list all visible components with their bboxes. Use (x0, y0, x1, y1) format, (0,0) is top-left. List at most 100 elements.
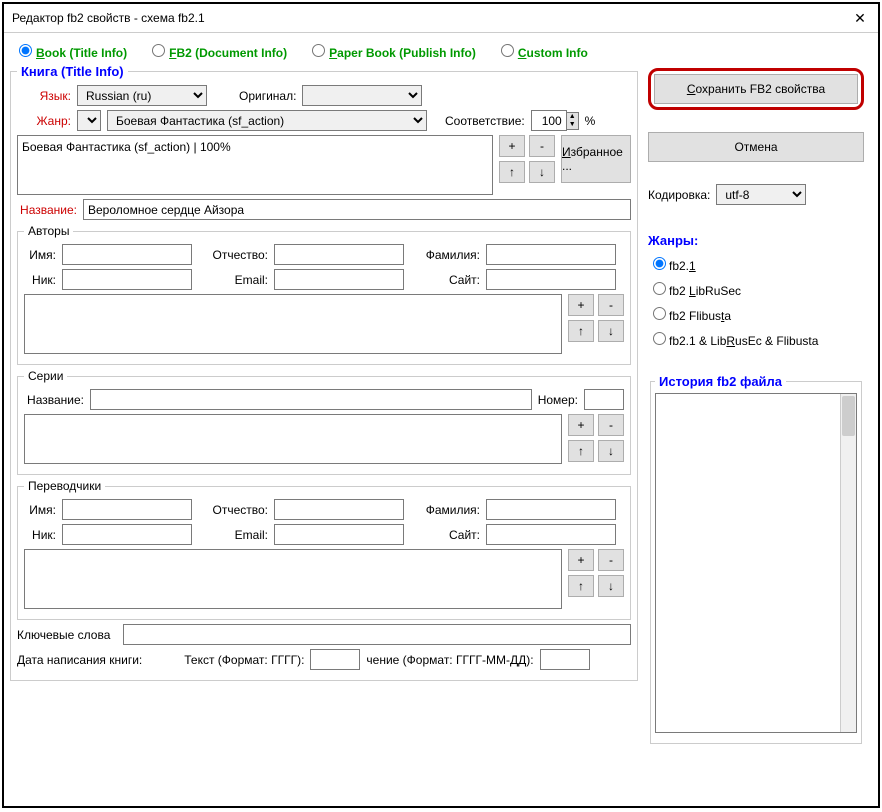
series-title-label: Название: (24, 393, 84, 407)
encoding-label: Кодировка: (648, 188, 710, 202)
genres-header: Жанры: (648, 233, 864, 248)
encoding-select[interactable]: utf-8 (716, 184, 806, 205)
orig-select[interactable] (302, 85, 422, 106)
close-icon[interactable]: ✕ (850, 8, 870, 28)
titlebar: Редактор fb2 свойств - схема fb2.1 ✕ (4, 4, 878, 33)
genre-label: Жанр: (17, 114, 71, 128)
orig-label: Оригинал: (239, 89, 296, 103)
match-label: Соответствие: (445, 114, 525, 128)
keywords-label: Ключевые слова (17, 628, 117, 642)
down-button[interactable]: ↓ (529, 161, 555, 183)
series-num-input[interactable] (584, 389, 624, 410)
scheme-librusec[interactable]: fb2 LibRuSec (648, 279, 864, 298)
remove-button[interactable]: - (529, 135, 555, 157)
author-lname-label: Фамилия: (410, 248, 480, 262)
top-tabs: Book (Title Info) FB2 (Document Info) Pa… (4, 33, 878, 64)
author-nick-label: Ник: (24, 273, 56, 287)
add-button[interactable]: + (568, 549, 594, 571)
add-button[interactable]: + (499, 135, 525, 157)
author-lname-input[interactable] (486, 244, 616, 265)
series-list[interactable] (24, 414, 562, 464)
year-input[interactable] (310, 649, 360, 670)
spin-down-icon[interactable]: ▼ (567, 121, 578, 129)
lang-label: Язык: (17, 89, 71, 103)
lang-select[interactable]: Russian (ru) (77, 85, 207, 106)
series-group: Серии Название: Номер: +- ↑↓ (17, 369, 631, 475)
author-email-label: Email: (198, 273, 268, 287)
spin-up-icon[interactable]: ▲ (567, 113, 578, 121)
trans-fname-input[interactable] (62, 499, 192, 520)
scheme-fb21[interactable]: fb2.1 (648, 254, 864, 273)
tab-paper[interactable]: Paper Book (Publish Info) (307, 41, 476, 60)
genre-list[interactable]: Боевая Фантастика (sf_action) | 100% (17, 135, 493, 195)
trans-nick-input[interactable] (62, 524, 192, 545)
tab-custom[interactable]: Custom Info (496, 41, 588, 60)
keywords-input[interactable] (123, 624, 631, 645)
trans-mname-input[interactable] (274, 499, 404, 520)
up-button[interactable]: ↑ (568, 575, 594, 597)
history-legend: История fb2 файла (655, 374, 786, 389)
translators-list[interactable] (24, 549, 562, 609)
author-nick-input[interactable] (62, 269, 192, 290)
cancel-button[interactable]: Отмена (648, 132, 864, 162)
save-highlight: Сохранить FB2 свойства (648, 68, 864, 110)
add-button[interactable]: + (568, 414, 594, 436)
title-input[interactable] (83, 199, 631, 220)
scheme-flibusta[interactable]: fb2 Flibusta (648, 304, 864, 323)
favorites-button[interactable]: Избранное ... (561, 135, 631, 183)
up-button[interactable]: ↑ (499, 161, 525, 183)
down-button[interactable]: ↓ (598, 575, 624, 597)
series-num-label: Номер: (538, 393, 578, 407)
trans-email-input[interactable] (274, 524, 404, 545)
match-spinner[interactable]: ▲▼ (531, 110, 579, 131)
genre-select[interactable]: Боевая Фантастика (sf_action) (107, 110, 427, 131)
series-title-input[interactable] (90, 389, 532, 410)
history-group: История fb2 файла (650, 374, 862, 744)
trans-lname-label: Фамилия: (410, 503, 480, 517)
date-input[interactable] (540, 649, 590, 670)
author-site-label: Сайт: (410, 273, 480, 287)
save-button[interactable]: Сохранить FB2 свойства (654, 74, 858, 104)
up-button[interactable]: ↑ (568, 440, 594, 462)
translators-group: Переводчики Имя: Отчество: Фамилия: Ник:… (17, 479, 631, 620)
genre-list-item[interactable]: Боевая Фантастика (sf_action) | 100% (22, 140, 488, 154)
scrollbar[interactable] (840, 394, 856, 732)
text-fmt-label: Текст (Формат: ГГГГ): (184, 653, 304, 667)
add-button[interactable]: + (568, 294, 594, 316)
trans-site-label: Сайт: (410, 528, 480, 542)
book-section: Книга (Title Info) Язык: Russian (ru) Ор… (10, 64, 638, 681)
trans-site-input[interactable] (486, 524, 616, 545)
down-button[interactable]: ↓ (598, 440, 624, 462)
trans-lname-input[interactable] (486, 499, 616, 520)
series-legend: Серии (24, 369, 67, 383)
date-written-label: Дата написания книги: (17, 653, 142, 667)
author-fname-label: Имя: (24, 248, 56, 262)
remove-button[interactable]: - (598, 294, 624, 316)
trans-email-label: Email: (198, 528, 268, 542)
genre-scheme-radios: fb2.1 fb2 LibRuSec fb2 Flibusta fb2.1 & … (648, 254, 864, 348)
tab-fb2[interactable]: FB2 (Document Info) (147, 41, 287, 60)
trans-fname-label: Имя: (24, 503, 56, 517)
remove-button[interactable]: - (598, 549, 624, 571)
tab-book[interactable]: Book (Title Info) (14, 41, 127, 60)
up-button[interactable]: ↑ (568, 320, 594, 342)
scheme-combined[interactable]: fb2.1 & LibRusEc & Flibusta (648, 329, 864, 348)
val-fmt-label: чение (Формат: ГГГГ-ММ-ДД): (366, 653, 533, 667)
author-site-input[interactable] (486, 269, 616, 290)
genre-group-select[interactable] (77, 110, 101, 131)
author-fname-input[interactable] (62, 244, 192, 265)
book-heading: Книга (Title Info) (17, 64, 128, 79)
author-mname-input[interactable] (274, 244, 404, 265)
scroll-thumb[interactable] (842, 396, 855, 436)
title-label: Название: (17, 203, 77, 217)
history-textarea[interactable] (655, 393, 857, 733)
pct-label: % (585, 114, 596, 128)
authors-list[interactable] (24, 294, 562, 354)
down-button[interactable]: ↓ (598, 320, 624, 342)
authors-group: Авторы Имя: Отчество: Фамилия: Ник: Emai… (17, 224, 631, 365)
trans-mname-label: Отчество: (198, 503, 268, 517)
author-email-input[interactable] (274, 269, 404, 290)
translators-legend: Переводчики (24, 479, 105, 493)
trans-nick-label: Ник: (24, 528, 56, 542)
remove-button[interactable]: - (598, 414, 624, 436)
